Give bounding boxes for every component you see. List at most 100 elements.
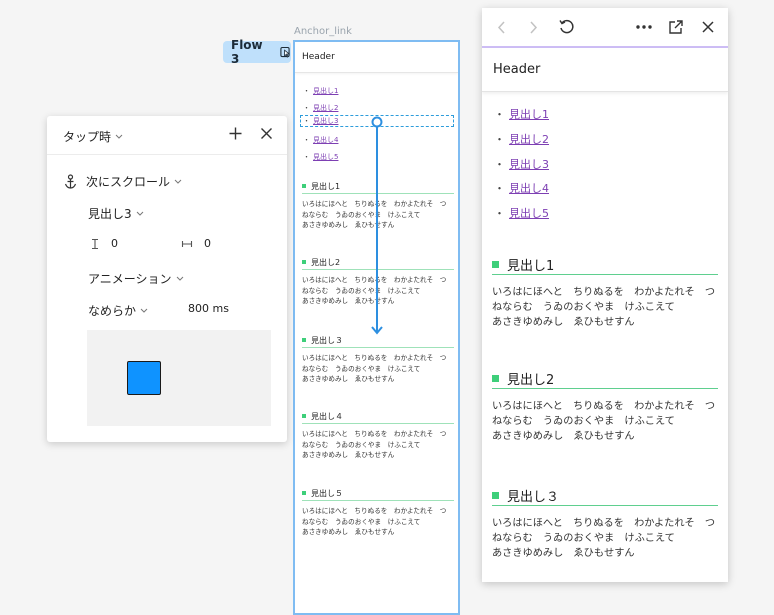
prototype-preview-window: Header ・見出し1 ・見出し2 ・見出し3 ・見出し4 ・見出し5 見出し… xyxy=(482,8,728,582)
horizontal-offset-icon xyxy=(181,240,193,247)
preview-link-3[interactable]: 見出し3 xyxy=(509,156,549,172)
body-line: いろはにほへと ちりぬるを わかよたれそ つ xyxy=(492,518,716,529)
heading-marker-icon xyxy=(302,414,306,418)
heading-marker-icon xyxy=(302,184,306,188)
anchor-icon xyxy=(64,174,77,189)
body-line: いろはにほへと ちりぬるを わかよたれそ つ xyxy=(302,354,447,362)
frame-header: Header xyxy=(295,42,458,73)
easing-label: なめらか xyxy=(88,304,137,318)
heading-marker-icon xyxy=(302,491,306,495)
body-line: ねならむ うゐのおくやま けふこえて xyxy=(302,440,421,449)
animation-label: アニメーション xyxy=(88,272,172,286)
chevron-down-icon xyxy=(174,179,182,184)
preview-section-1: 見出し1 いろはにほへと ちりぬるを わかよたれそ つねならむ うゐのおくやま … xyxy=(492,255,718,330)
chevron-down-icon xyxy=(140,308,148,313)
destination-dropdown[interactable]: 見出し3 xyxy=(88,205,144,222)
offset-y-value: 0 xyxy=(111,237,118,250)
action-dropdown[interactable]: 次にスクロール xyxy=(64,173,182,190)
frame-section-heading: 見出し５ xyxy=(302,487,454,501)
preview-link-4[interactable]: 見出し4 xyxy=(509,180,549,196)
body-line: あさきゆめみし ゑひもせすん xyxy=(492,548,635,559)
destination-label: 見出し3 xyxy=(88,207,132,221)
frame-link-item: ・見出し2 xyxy=(303,103,339,113)
body-line: ねならむ うゐのおくやま けふこえて xyxy=(492,533,675,544)
body-line: ねならむ うゐのおくやま けふこえて xyxy=(492,302,675,313)
frame-link-2[interactable]: 見出し2 xyxy=(313,103,338,113)
preview-header: Header xyxy=(482,48,728,92)
chevron-down-icon xyxy=(115,134,123,139)
trigger-label: タップ時 xyxy=(63,130,112,144)
animation-preview-square xyxy=(127,361,161,395)
frame-heading-text: 見出し2 xyxy=(311,257,341,267)
preview-link-5[interactable]: 見出し5 xyxy=(509,205,549,221)
vertical-offset-icon xyxy=(92,238,98,249)
preview-link-item: ・見出し5 xyxy=(494,205,549,221)
play-flow-icon[interactable] xyxy=(280,46,291,59)
duration-field[interactable]: 800 ms xyxy=(188,302,229,315)
heading-marker-icon xyxy=(302,338,306,342)
frame-label[interactable]: Anchor_link xyxy=(294,26,352,37)
add-icon[interactable] xyxy=(228,126,243,141)
restart-icon[interactable] xyxy=(558,19,574,35)
frame-heading-text: 見出し1 xyxy=(311,181,341,191)
preview-section-body: いろはにほへと ちりぬるを わかよたれそ つねならむ うゐのおくやま けふこえて… xyxy=(492,399,718,444)
chevron-down-icon xyxy=(176,276,183,281)
back-icon[interactable] xyxy=(497,21,506,34)
body-line: あさきゆめみし ゑひもせすん xyxy=(492,431,635,442)
body-line: ねならむ うゐのおくやま けふこえて xyxy=(302,364,421,373)
animation-dropdown[interactable]: アニメーション xyxy=(88,270,184,287)
frame-section-5: 見出し５ いろはにほへと ちりぬるを わかよたれそ つねならむ うゐのおくやま … xyxy=(295,487,458,538)
offset-y-field[interactable]: 0 xyxy=(90,237,118,250)
close-icon[interactable] xyxy=(260,127,273,140)
frame-heading-text: 見出し３ xyxy=(311,335,343,345)
frame-link-5[interactable]: 見出し5 xyxy=(313,152,338,162)
preview-link-item: ・見出し3 xyxy=(494,156,549,172)
offset-x-value: 0 xyxy=(204,237,211,250)
preview-link-item: ・見出し2 xyxy=(494,131,549,147)
trigger-dropdown[interactable]: タップ時 xyxy=(63,128,123,145)
body-line: あさきゆめみし ゑひもせすん xyxy=(302,528,395,537)
body-line: あさきゆめみし ゑひもせすん xyxy=(302,375,395,384)
preview-link-list: ・見出し1 ・見出し2 ・見出し3 ・見出し4 ・見出し5 xyxy=(494,106,549,230)
preview-section-heading: 見出し2 xyxy=(492,369,718,389)
preview-section-3: 見出し３ いろはにほへと ちりぬるを わかよたれそ つねならむ うゐのおくやま … xyxy=(492,486,718,561)
forward-icon[interactable] xyxy=(529,21,538,34)
frame-link-4[interactable]: 見出し4 xyxy=(313,135,338,145)
frame-section-body: いろはにほへと ちりぬるを わかよたれそ つねならむ うゐのおくやま けふこえて… xyxy=(302,429,454,461)
frame-link-3[interactable]: 見出し3 xyxy=(313,116,338,126)
preview-section-body: いろはにほへと ちりぬるを わかよたれそ つねならむ うゐのおくやま けふこえて… xyxy=(492,516,718,561)
heading-marker-icon xyxy=(492,491,499,499)
flow-badge-label: Flow 3 xyxy=(231,38,263,66)
more-icon[interactable] xyxy=(636,25,652,29)
body-line: ねならむ うゐのおくやま けふこえて xyxy=(302,517,421,526)
frame-section-body: いろはにほへと ちりぬるを わかよたれそ つねならむ うゐのおくやま けふこえて… xyxy=(302,353,454,385)
duration-value: 800 ms xyxy=(188,302,229,315)
preview-toolbar xyxy=(482,8,728,48)
frame-link-item: ・見出し1 xyxy=(303,86,339,96)
prototype-connector-arrow[interactable] xyxy=(368,116,388,340)
divider xyxy=(47,154,287,155)
offset-x-field[interactable]: 0 xyxy=(181,237,211,250)
body-line: いろはにほへと ちりぬるを わかよたれそ つ xyxy=(302,430,447,438)
frame-heading-text: 見出し５ xyxy=(311,488,343,498)
preview-link-2[interactable]: 見出し2 xyxy=(509,131,549,147)
easing-dropdown[interactable]: なめらか xyxy=(88,302,148,319)
body-line: ねならむ うゐのおくやま けふこえて xyxy=(492,416,675,427)
frame-section-body: いろはにほへと ちりぬるを わかよたれそ つねならむ うゐのおくやま けふこえて… xyxy=(302,506,454,538)
preview-link-item: ・見出し4 xyxy=(494,180,549,196)
open-external-icon[interactable] xyxy=(669,20,683,34)
preview-link-item: ・見出し1 xyxy=(494,106,549,122)
frame-link-1[interactable]: 見出し1 xyxy=(313,86,338,96)
flow-badge[interactable]: Flow 3 xyxy=(223,38,291,66)
preview-section-2: 見出し2 いろはにほへと ちりぬるを わかよたれそ つねならむ うゐのおくやま … xyxy=(492,369,718,444)
interaction-panel: タップ時 次にスクロール 見出し3 0 0 アニメーション なめらか 800 m… xyxy=(47,116,287,442)
body-line: いろはにほへと ちりぬるを わかよたれそ つ xyxy=(492,401,716,412)
body-line: あさきゆめみし ゑひもせすん xyxy=(492,317,635,328)
preview-heading-text: 見出し1 xyxy=(507,258,555,274)
preview-section-body: いろはにほへと ちりぬるを わかよたれそ つねならむ うゐのおくやま けふこえて… xyxy=(492,285,718,330)
close-icon[interactable] xyxy=(702,21,714,33)
body-line: いろはにほへと ちりぬるを わかよたれそ つ xyxy=(492,287,716,298)
animation-preview xyxy=(87,330,271,426)
preview-link-1[interactable]: 見出し1 xyxy=(509,106,549,122)
preview-heading-text: 見出し2 xyxy=(507,372,555,388)
